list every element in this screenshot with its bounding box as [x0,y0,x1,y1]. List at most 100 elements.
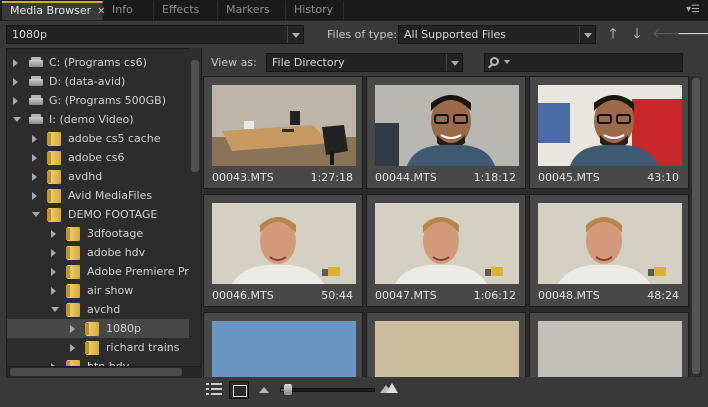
path-dropdown[interactable]: 1080p [6,25,304,44]
tree-item-label: adobe cs6 [68,151,125,164]
clip-tile[interactable]: 00043.MTS 1:27:18 [203,76,363,189]
tree-item[interactable]: C: (Programs cs6) [7,53,192,72]
tree-scroll-thumb[interactable] [191,60,199,172]
tree-item[interactable]: I: (demo Video) [7,110,192,129]
tree-item-label: C: (Programs cs6) [49,56,147,69]
tab-effects[interactable]: Effects [154,1,218,20]
grid-scroll-thumb[interactable] [692,78,700,374]
tree-item-label: avdhd [68,170,103,183]
tab-media-browser[interactable]: Media Browser ✕ [2,1,106,20]
files-of-type-label: Files of type: [327,28,398,41]
clip-thumbnail[interactable] [212,203,356,284]
tree-item-label: Avid MediaFiles [68,189,153,202]
zoom-out-icon[interactable] [259,387,269,393]
expand-triangle-open-icon[interactable] [51,307,59,312]
clip-duration: 1:27:18 [310,171,353,184]
tree-item[interactable]: 3dfootage [7,224,192,243]
tab-bar: Media Browser ✕ Info Effects Markers Hist… [0,0,708,20]
folder-icon [47,189,61,203]
tree-item[interactable]: avchd [7,300,192,319]
search-icon [490,57,499,66]
expand-triangle-closed-icon[interactable] [13,78,18,86]
tab-history[interactable]: History [286,1,344,20]
clip-tile[interactable]: 00044.MTS 1:18:12 [366,76,526,189]
folder-icon [47,132,61,146]
clip-thumbnail[interactable] [212,85,356,166]
clip-thumbnail[interactable] [538,203,682,284]
tree-item[interactable]: Avid MediaFiles [7,186,192,205]
icon-view-icon[interactable] [229,381,249,399]
zoom-slider[interactable] [280,388,375,392]
tab-info[interactable]: Info [104,1,154,20]
expand-triangle-closed-icon[interactable] [32,173,37,181]
zoom-slider-thumb[interactable] [284,384,292,395]
panel-menu-icon[interactable]: ▾☰ [684,2,702,18]
expand-triangle-open-icon[interactable] [13,117,21,122]
folder-icon [66,265,80,279]
expand-triangle-closed-icon[interactable] [70,325,75,333]
search-input[interactable] [484,53,683,72]
clip-thumbnail[interactable] [538,321,682,377]
clip-tile[interactable]: 00047.MTS 1:06:12 [366,194,526,307]
tree-item-label: richard trains [106,341,180,354]
tree-item[interactable]: adobe cs6 [7,148,192,167]
files-of-type-dropdown[interactable]: All Supported Files [398,25,596,44]
clip-thumbnail[interactable] [538,85,682,166]
tree-item[interactable]: Adobe Premiere Pro [7,262,195,281]
drive-icon [29,95,43,106]
tab-label: Media Browser [10,4,92,17]
clip-duration: 43:10 [647,171,679,184]
clip-filename: 00043.MTS [212,171,274,184]
clip-thumbnail[interactable] [375,85,519,166]
folder-tree: C: (Programs cs6) D: (data-avid) G: (Progr… [6,48,202,377]
expand-triangle-closed-icon[interactable] [70,344,75,352]
tree-item[interactable]: avdhd [7,167,192,186]
clip-tile[interactable]: 00048.MTS 48:24 [529,194,689,307]
tree-item[interactable]: air show [7,281,192,300]
folder-icon [66,303,80,317]
clip-tile[interactable] [203,312,363,377]
clip-tile[interactable]: 00045.MTS 43:10 [529,76,689,189]
tree-item[interactable]: adobe hdv [7,243,192,262]
down-arrow-icon[interactable]: 🡓 [627,25,647,43]
tree-item[interactable]: 1080p [7,319,192,338]
expand-triangle-closed-icon[interactable] [51,287,56,295]
view-as-dropdown[interactable]: File Directory [266,53,463,72]
zoom-in-icon[interactable] [380,383,398,393]
tree-item[interactable]: adobe cs5 cache [7,129,192,148]
clip-thumbnail[interactable] [212,321,356,377]
expand-triangle-closed-icon[interactable] [13,97,18,105]
tab-label: Effects [162,3,200,16]
tree-item[interactable]: richard trains [7,338,192,357]
clip-duration: 48:24 [647,289,679,302]
folder-icon [66,284,80,298]
clip-tile[interactable] [529,312,689,377]
expand-triangle-closed-icon[interactable] [51,230,56,238]
list-view-icon[interactable] [206,382,222,398]
clip-tile[interactable] [366,312,526,377]
tree-item-label: 1080p [106,322,141,335]
tree-item[interactable]: D: (data-avid) [7,72,192,91]
tree-item-label: 3dfootage [87,227,144,240]
tree-item[interactable]: G: (Programs 500GB) [7,91,192,110]
clip-filename: 00047.MTS [375,289,437,302]
tree-item[interactable]: DEMO FOOTAGE [7,205,192,224]
expand-triangle-closed-icon[interactable] [32,192,37,200]
folder-icon [47,208,61,222]
expand-triangle-closed-icon[interactable] [32,154,37,162]
expand-triangle-open-icon[interactable] [32,212,40,217]
tree-horizontal-scroll-thumb[interactable] [10,368,182,376]
chevron-down-icon [504,60,510,64]
tab-markers[interactable]: Markers [218,1,286,20]
clip-tile[interactable]: 00046.MTS 50:44 [203,194,363,307]
back-arrow-icon[interactable]: 🡐 [652,25,690,43]
expand-triangle-closed-icon[interactable] [51,268,56,276]
expand-triangle-closed-icon[interactable] [51,249,56,257]
expand-triangle-closed-icon[interactable] [32,135,37,143]
clip-thumbnail[interactable] [375,321,519,377]
forward-arrow-icon[interactable]: 🡒 [677,25,708,43]
expand-triangle-closed-icon[interactable] [13,59,18,67]
clip-filename: 00045.MTS [538,171,600,184]
clip-thumbnail[interactable] [375,203,519,284]
up-arrow-icon[interactable]: 🡑 [603,25,623,43]
